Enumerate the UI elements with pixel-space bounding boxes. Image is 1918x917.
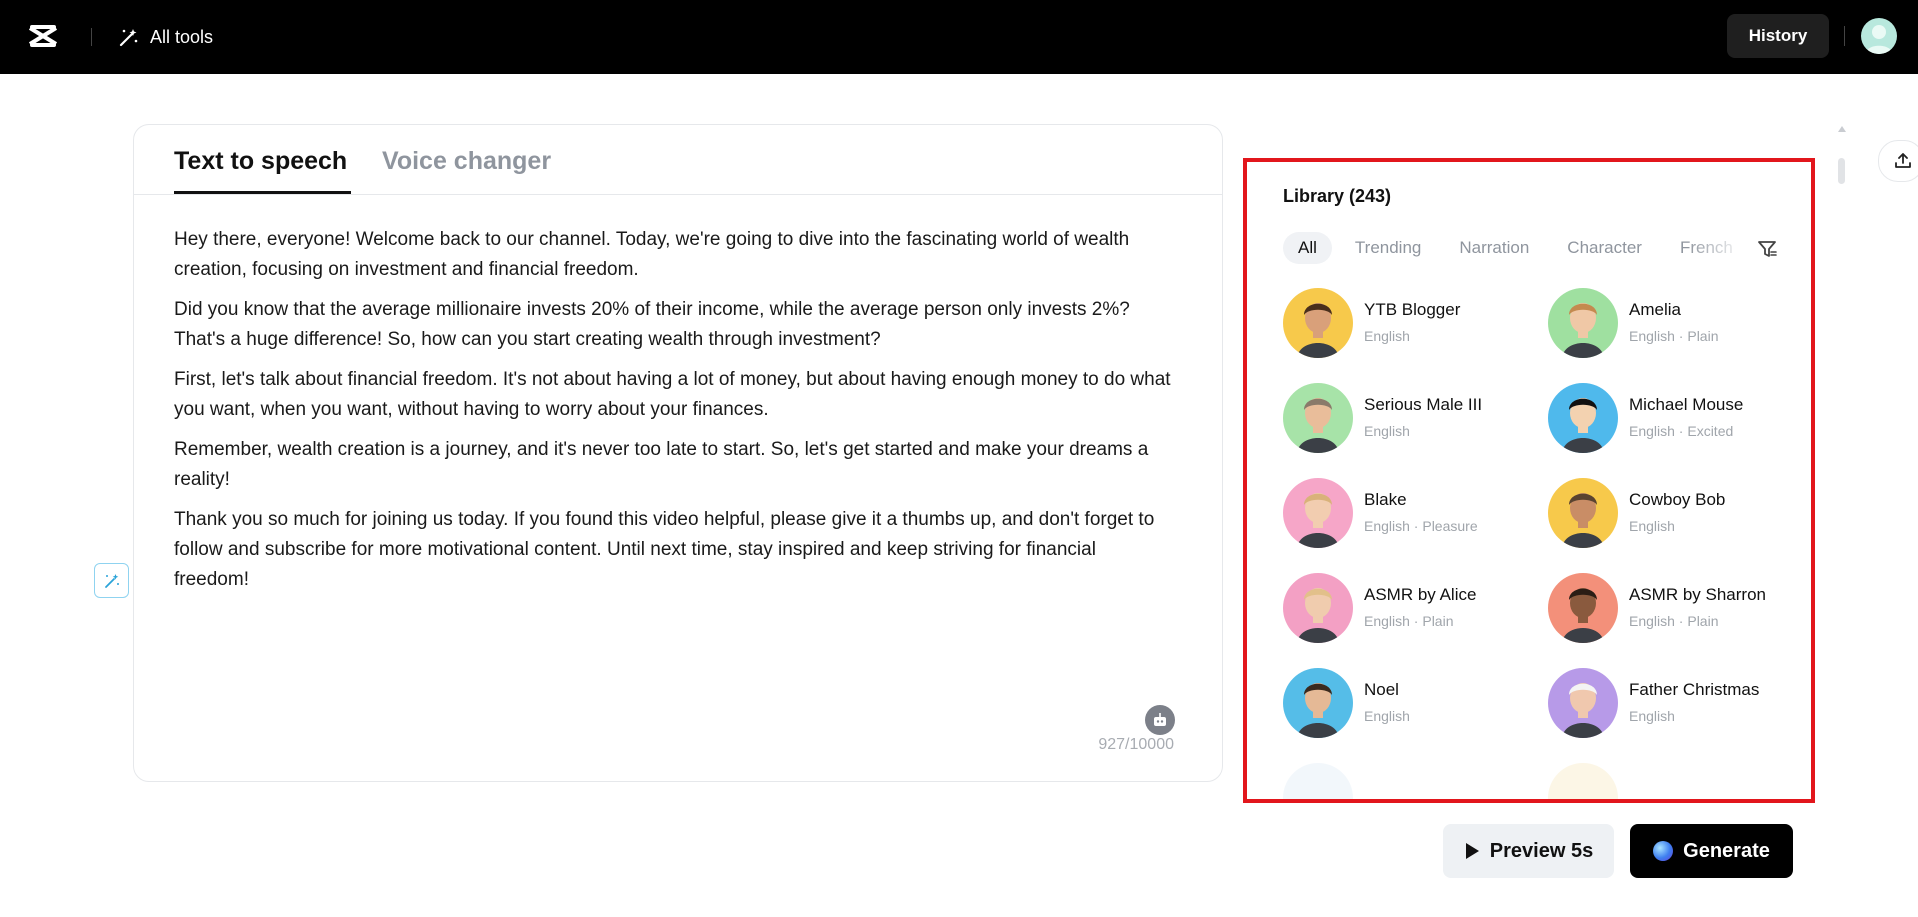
history-button[interactable]: History [1727, 14, 1829, 58]
script-paragraph: Thank you so much for joining us today. … [174, 509, 1155, 590]
magic-edit-icon [104, 573, 119, 588]
category-chips: AllTrendingNarrationCharacterFrench [1283, 232, 1747, 266]
script-paragraph: Remember, wealth creation is a journey, … [174, 439, 1149, 490]
voice-card[interactable]: Father Christmas English [1548, 668, 1798, 740]
mode-tabs: Text to speech Voice changer [134, 125, 1222, 195]
voice-card[interactable]: ASMR by Alice English · Plain [1283, 573, 1533, 645]
header-divider-right [1844, 26, 1845, 46]
voice-avatar [1283, 288, 1353, 358]
chip-narration[interactable]: Narration [1444, 232, 1544, 264]
voice-avatar [1548, 573, 1618, 643]
voice-meta: English [1364, 708, 1410, 724]
voice-card-partial[interactable] [1283, 763, 1533, 799]
text-editor-card: Text to speech Voice changer Hey there, … [133, 124, 1223, 782]
voice-avatar [1548, 668, 1618, 738]
chip-trending[interactable]: Trending [1340, 232, 1436, 264]
voice-name: Serious Male III [1364, 395, 1483, 414]
voice-name: ASMR by Sharron [1629, 585, 1766, 604]
script-paragraph: First, let's talk about financial freedo… [174, 369, 1171, 420]
voice-avatar [1283, 763, 1353, 799]
filter-icon[interactable] [1755, 237, 1779, 261]
voice-avatar [1283, 668, 1353, 738]
capcut-logo-icon[interactable] [27, 22, 59, 50]
robot-icon [1154, 713, 1166, 726]
preview-button[interactable]: Preview 5s [1443, 824, 1614, 878]
voice-meta: English · Pleasure [1364, 518, 1478, 534]
voice-name: Blake [1364, 490, 1407, 509]
active-tab-indicator [174, 191, 351, 194]
scroll-up-arrow[interactable] [1838, 126, 1846, 132]
script-paragraph: Hey there, everyone! Welcome back to our… [174, 229, 1130, 280]
voice-meta: English · Plain [1364, 613, 1454, 629]
ai-rewrite-button[interactable] [94, 563, 129, 598]
top-bar: All tools History [0, 0, 1918, 74]
voice-avatar [1283, 573, 1353, 643]
voice-meta: English · Excited [1629, 423, 1734, 439]
all-tools-button[interactable]: All tools [118, 22, 213, 52]
voice-avatar [1548, 383, 1618, 453]
generate-label: Generate [1683, 839, 1770, 862]
voice-card[interactable]: Noel English [1283, 668, 1533, 740]
preview-label: Preview 5s [1489, 839, 1594, 862]
voice-card[interactable]: YTB Blogger English [1283, 288, 1533, 360]
voice-card[interactable]: Amelia English · Plain [1548, 288, 1798, 360]
script-textarea[interactable]: Hey there, everyone! Welcome back to our… [174, 225, 1174, 605]
voice-library-panel: Library (243) All Trending Narration Charac… [1243, 158, 1815, 803]
all-tools-label: All tools [150, 26, 214, 47]
voice-meta: English [1629, 708, 1675, 724]
generate-button[interactable]: Generate [1630, 824, 1793, 878]
voice-meta: English [1364, 423, 1410, 439]
voice-meta: English · Plain [1629, 613, 1719, 629]
voice-name: Noel [1364, 680, 1399, 699]
voice-avatar [1548, 288, 1618, 358]
voice-card[interactable]: ASMR by Sharron English · Plain [1548, 573, 1798, 645]
voice-name: Cowboy Bob [1629, 490, 1726, 509]
chips-fade-overlay [1687, 232, 1747, 266]
voice-card[interactable]: Serious Male III English [1283, 383, 1533, 455]
voice-avatar [1283, 478, 1353, 548]
voice-meta: English · Plain [1629, 328, 1719, 344]
voice-avatar [1548, 478, 1618, 548]
voice-name: Father Christmas [1629, 680, 1760, 699]
magic-wand-icon [119, 29, 138, 47]
ai-assistant-button[interactable] [1145, 705, 1175, 735]
library-title: Library (243) [1283, 186, 1392, 206]
voice-meta: English [1364, 328, 1410, 344]
voice-name: YTB Blogger [1364, 300, 1461, 319]
voice-card[interactable]: Blake English · Pleasure [1283, 478, 1533, 550]
header-divider [91, 28, 92, 46]
tab-text-to-speech[interactable]: Text to speech [174, 147, 347, 176]
play-icon [1465, 843, 1479, 859]
voice-avatar [1283, 383, 1353, 453]
user-avatar-icon [1865, 25, 1893, 54]
voice-card[interactable]: Michael Mouse English · Excited [1548, 383, 1798, 455]
script-paragraph: Did you know that the average millionair… [174, 299, 1130, 350]
voice-card-partial[interactable] [1548, 763, 1798, 799]
voice-meta: English [1629, 518, 1675, 534]
character-counter: 927/10000 [1098, 736, 1174, 753]
upload-icon [1895, 153, 1911, 168]
scrollbar-thumb[interactable] [1838, 158, 1845, 184]
generate-orb-icon [1653, 841, 1674, 861]
voice-card[interactable]: Cowboy Bob English [1548, 478, 1798, 550]
chip-character[interactable]: Character [1552, 232, 1657, 264]
tab-voice-changer[interactable]: Voice changer [382, 147, 551, 176]
voice-name: ASMR by Alice [1364, 585, 1477, 604]
voice-name: Michael Mouse [1629, 395, 1744, 414]
voice-avatar [1548, 763, 1618, 799]
user-avatar[interactable] [1861, 18, 1897, 54]
voice-name: Amelia [1629, 300, 1681, 319]
upload-button[interactable] [1878, 140, 1918, 182]
chip-all[interactable]: All [1283, 232, 1332, 264]
